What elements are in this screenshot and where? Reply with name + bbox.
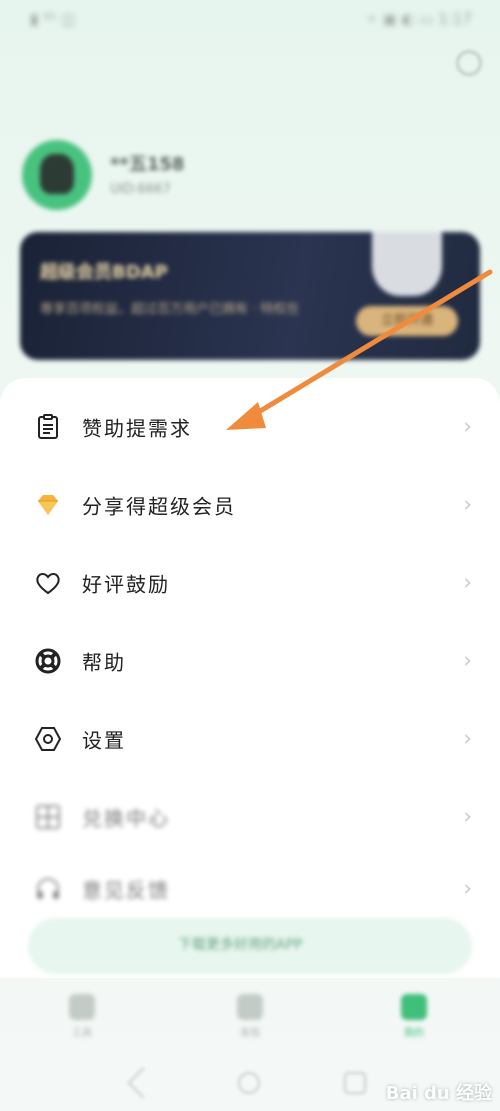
tab-tools[interactable]: 工具 bbox=[52, 994, 112, 1044]
tools-icon bbox=[69, 994, 95, 1020]
tab-label: 工具 bbox=[72, 1028, 92, 1039]
home-icon[interactable] bbox=[238, 1072, 260, 1094]
nickname: **五158 bbox=[110, 154, 185, 175]
recents-icon[interactable] bbox=[344, 1072, 366, 1094]
menu-item-feedback[interactable]: 意见反馈 › bbox=[0, 850, 500, 928]
headset-icon bbox=[37, 878, 59, 899]
vip-title: 超级会员BDAP bbox=[40, 262, 168, 283]
user-icon bbox=[401, 994, 427, 1020]
vip-card[interactable]: 超级会员BDAP 尊享百项权益，超过百万用户已拥有 · 特权在 立即开通 bbox=[20, 232, 480, 360]
watermark-logo: Bai du 经验 bbox=[385, 1083, 492, 1104]
chevron-right-icon: › bbox=[463, 648, 472, 674]
status-right: ⚬ ▣ ◐ ▭ 1:17 bbox=[365, 10, 472, 28]
hexagon-settings-icon bbox=[34, 727, 62, 751]
lifebuoy-icon bbox=[35, 648, 61, 674]
vip-badge-icon bbox=[372, 232, 442, 296]
menu-item-sponsor[interactable]: 赞助提需求 › bbox=[0, 388, 500, 466]
download-banner[interactable]: 下载更多好用的APP bbox=[28, 918, 472, 974]
vip-description: 尊享百项权益，超过百万用户已拥有 · 特权在 bbox=[40, 302, 300, 317]
menu-item-label: 赞助提需求 bbox=[82, 416, 192, 441]
menu-item-label: 兑换中心 bbox=[82, 806, 170, 831]
status-left: ▮ ⁴ᴳ ◫ bbox=[30, 10, 76, 28]
banner-text: 下载更多好用的APP bbox=[178, 937, 303, 953]
heart-icon bbox=[36, 573, 60, 595]
menu-list: 赞助提需求 › 分享得超级会员 › 好评鼓励 › 帮助 › 设置 › 兑换中心 … bbox=[0, 378, 500, 978]
menu-item-label: 分享得超级会员 bbox=[82, 494, 236, 519]
menu-item-label: 设置 bbox=[82, 728, 126, 753]
menu-item-label: 帮助 bbox=[82, 650, 126, 675]
menu-item-settings[interactable]: 设置 › bbox=[0, 700, 500, 778]
vip-open-button-label: 立即开通 bbox=[380, 313, 433, 328]
chevron-right-icon: › bbox=[463, 804, 472, 830]
menu-item-help[interactable]: 帮助 › bbox=[0, 622, 500, 700]
menu-item-label: 好评鼓励 bbox=[82, 572, 170, 597]
menu-item-label: 意见反馈 bbox=[82, 878, 170, 903]
chevron-right-icon: › bbox=[463, 876, 472, 902]
chevron-right-icon: › bbox=[463, 492, 472, 518]
menu-item-rate[interactable]: 好评鼓励 › bbox=[0, 544, 500, 622]
tab-label: 发现 bbox=[240, 1028, 260, 1039]
discover-icon bbox=[237, 994, 263, 1020]
avatar[interactable] bbox=[22, 140, 92, 210]
tab-label: 我的 bbox=[404, 1028, 424, 1039]
menu-item-redeem[interactable]: 兑换中心 › bbox=[0, 778, 500, 856]
status-bar: ▮ ⁴ᴳ ◫ ⚬ ▣ ◐ ▭ 1:17 bbox=[0, 0, 500, 40]
tab-discover[interactable]: 发现 bbox=[220, 994, 280, 1044]
bottom-tab-bar: 工具 发现 我的 bbox=[0, 990, 500, 1050]
chevron-right-icon: › bbox=[463, 726, 472, 752]
vip-open-button[interactable]: 立即开通 bbox=[356, 306, 458, 336]
user-id: UID:6667 bbox=[110, 182, 171, 197]
chevron-right-icon: › bbox=[463, 414, 472, 440]
tab-mine[interactable]: 我的 bbox=[384, 994, 444, 1044]
chevron-right-icon: › bbox=[463, 570, 472, 596]
top-settings-icon[interactable] bbox=[456, 50, 482, 76]
diamond-icon bbox=[38, 495, 58, 515]
grid-icon bbox=[36, 805, 60, 829]
clipboard-icon bbox=[38, 414, 58, 439]
back-icon[interactable] bbox=[127, 1067, 159, 1099]
menu-item-share-vip[interactable]: 分享得超级会员 › bbox=[0, 466, 500, 544]
